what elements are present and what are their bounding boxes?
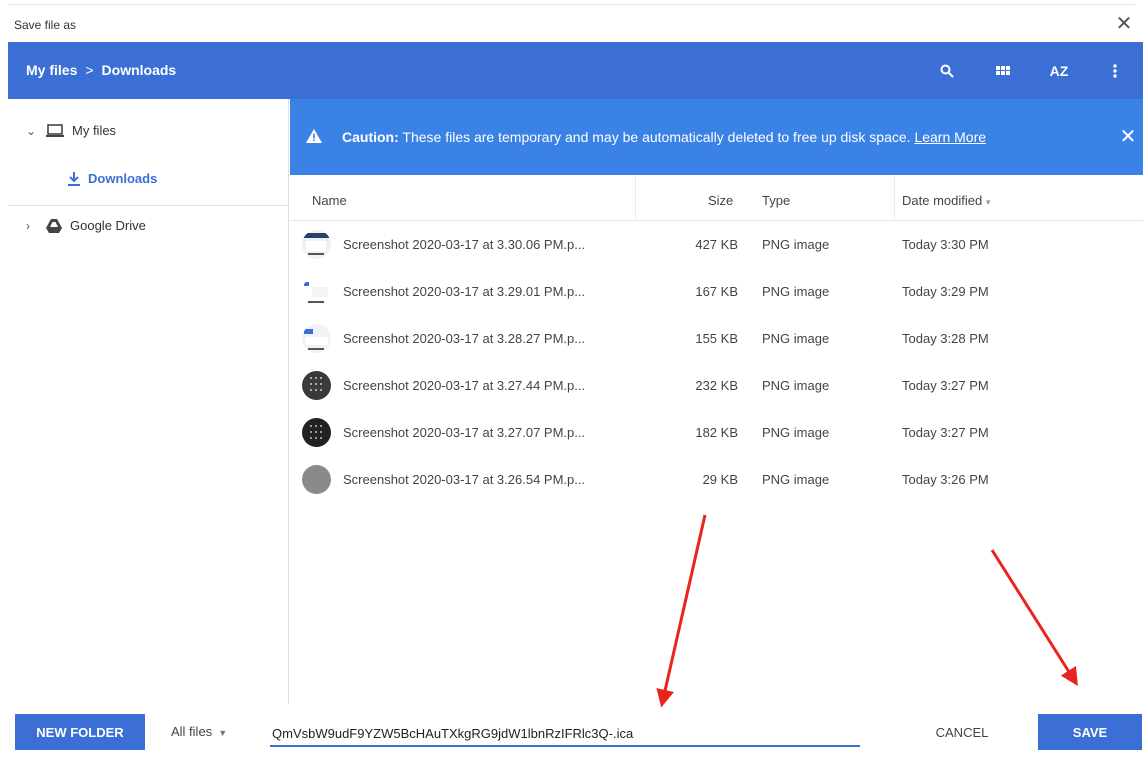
banner-caution-label: Caution: [342, 129, 399, 145]
download-icon [68, 171, 80, 186]
save-button[interactable]: SAVE [1038, 714, 1142, 750]
file-type: PNG image [762, 472, 830, 487]
file-type: PNG image [762, 284, 830, 299]
titlebar-divider [8, 4, 1135, 5]
file-list: Screenshot 2020-03-17 at 3.30.06 PM.p...… [290, 221, 1143, 503]
dismiss-banner-button[interactable]: ✕ [1115, 123, 1141, 149]
file-type: PNG image [762, 331, 830, 346]
file-size: 182 KB [695, 425, 738, 440]
breadcrumb-separator: > [85, 62, 94, 78]
grid-view-button[interactable] [975, 42, 1031, 99]
file-size: 427 KB [695, 237, 738, 252]
warning-icon [306, 129, 322, 146]
file-name: Screenshot 2020-03-17 at 3.29.01 PM.p... [343, 284, 586, 299]
caution-banner: Caution: These files are temporary and m… [290, 99, 1143, 175]
sort-button[interactable]: AZ [1031, 42, 1087, 99]
sidebar-item-my-files[interactable]: ⌄ My files [26, 123, 116, 138]
file-thumbnail [302, 465, 331, 494]
filename-input[interactable] [270, 721, 860, 747]
file-date: Today 3:27 PM [902, 378, 989, 393]
file-size: 167 KB [695, 284, 738, 299]
file-table-header: Name Size Type Date modified ▾ [290, 175, 1143, 221]
chevron-down-icon[interactable]: ⌄ [26, 124, 40, 138]
close-icon: ✕ [1115, 12, 1133, 35]
sidebar: ⌄ My files Downloads › Google Drive [0, 99, 289, 704]
grid-view-icon [996, 65, 1010, 75]
file-thumbnail [302, 418, 331, 447]
sort-az-icon: AZ [1049, 62, 1069, 79]
file-name: Screenshot 2020-03-17 at 3.30.06 PM.p... [343, 237, 586, 252]
file-thumbnail [302, 230, 331, 259]
file-date: Today 3:30 PM [902, 237, 989, 252]
file-date: Today 3:26 PM [902, 472, 989, 487]
close-dialog-button[interactable]: ✕ [1111, 10, 1137, 36]
table-row[interactable]: Screenshot 2020-03-17 at 3.28.27 PM.p...… [290, 315, 1143, 362]
sidebar-item-label: My files [72, 123, 117, 138]
arrow-to-filename [656, 514, 707, 708]
more-vert-icon [1113, 63, 1117, 78]
column-header-date[interactable]: Date modified ▾ [902, 193, 990, 208]
file-type-filter-label: All files [171, 724, 213, 739]
file-name: Screenshot 2020-03-17 at 3.28.27 PM.p... [343, 331, 586, 346]
laptop-icon [46, 123, 64, 138]
file-type-filter[interactable]: All files ▼ [171, 724, 227, 739]
arrow-to-save [990, 549, 1078, 687]
file-size: 155 KB [695, 331, 738, 346]
learn-more-link[interactable]: Learn More [914, 129, 986, 145]
file-type: PNG image [762, 378, 830, 393]
breadcrumb: My files > Downloads [26, 62, 176, 78]
dialog-titlebar: Save file as ✕ [0, 0, 1143, 42]
table-row[interactable]: Screenshot 2020-03-17 at 3.29.01 PM.p...… [290, 268, 1143, 315]
cancel-button[interactable]: CANCEL [900, 714, 1024, 750]
column-divider[interactable] [635, 175, 636, 221]
sidebar-item-label: Google Drive [70, 218, 146, 233]
sidebar-item-label: Downloads [88, 171, 158, 186]
table-row[interactable]: Screenshot 2020-03-17 at 3.27.07 PM.p...… [290, 409, 1143, 456]
header-bar: My files > Downloads AZ [8, 42, 1143, 99]
column-header-date-label: Date modified [902, 193, 983, 208]
close-icon: ✕ [1119, 125, 1137, 148]
sidebar-divider [8, 205, 289, 206]
breadcrumb-my-files[interactable]: My files [26, 62, 77, 78]
google-drive-icon [46, 218, 62, 233]
column-header-name[interactable]: Name [312, 193, 347, 208]
file-name: Screenshot 2020-03-17 at 3.26.54 PM.p... [343, 472, 586, 487]
file-date: Today 3:27 PM [902, 425, 989, 440]
file-size: 29 KB [702, 472, 738, 487]
sort-desc-icon: ▾ [985, 197, 991, 207]
file-thumbnail [302, 324, 331, 353]
breadcrumb-downloads[interactable]: Downloads [102, 62, 177, 78]
new-folder-button[interactable]: NEW FOLDER [15, 714, 145, 750]
file-type: PNG image [762, 425, 830, 440]
search-icon [940, 64, 954, 78]
chevron-right-icon[interactable]: › [26, 219, 40, 233]
dialog-title: Save file as [14, 18, 77, 32]
file-size: 232 KB [695, 378, 738, 393]
dropdown-arrow-icon: ▼ [218, 728, 228, 738]
dialog-footer: NEW FOLDER All files ▼ CANCEL SAVE [0, 704, 1143, 758]
column-divider[interactable] [894, 175, 895, 221]
table-row[interactable]: Screenshot 2020-03-17 at 3.30.06 PM.p...… [290, 221, 1143, 268]
file-thumbnail [302, 371, 331, 400]
banner-message: Caution: These files are temporary and m… [342, 129, 986, 145]
file-type: PNG image [762, 237, 830, 252]
column-header-size[interactable]: Size [708, 193, 733, 208]
file-date: Today 3:28 PM [902, 331, 989, 346]
banner-text: These files are temporary and may be aut… [398, 129, 915, 145]
header-actions: AZ [919, 42, 1143, 99]
file-name: Screenshot 2020-03-17 at 3.27.44 PM.p... [343, 378, 586, 393]
more-options-button[interactable] [1087, 42, 1143, 99]
search-button[interactable] [919, 42, 975, 99]
sidebar-item-google-drive[interactable]: › Google Drive [26, 218, 146, 233]
file-thumbnail [302, 277, 331, 306]
file-date: Today 3:29 PM [902, 284, 989, 299]
file-name: Screenshot 2020-03-17 at 3.27.07 PM.p... [343, 425, 586, 440]
column-header-type[interactable]: Type [762, 193, 790, 208]
sidebar-item-downloads[interactable]: Downloads [68, 171, 157, 186]
table-row[interactable]: Screenshot 2020-03-17 at 3.26.54 PM.p...… [290, 456, 1143, 503]
table-row[interactable]: Screenshot 2020-03-17 at 3.27.44 PM.p...… [290, 362, 1143, 409]
